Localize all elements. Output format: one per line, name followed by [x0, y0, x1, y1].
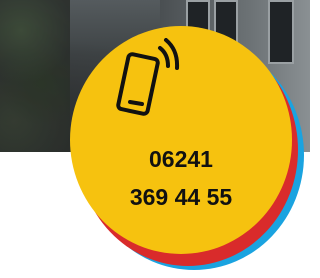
contact-teaser: 06241 369 44 55 [0, 0, 310, 278]
tree-foliage [0, 0, 70, 152]
building-window [268, 0, 294, 64]
smartphone-ringing-icon [116, 38, 180, 116]
phone-subscriber-number: 369 44 55 [129, 184, 233, 210]
phone-area-code: 06241 [149, 146, 213, 172]
phone-number[interactable]: 06241 369 44 55 [70, 140, 292, 216]
